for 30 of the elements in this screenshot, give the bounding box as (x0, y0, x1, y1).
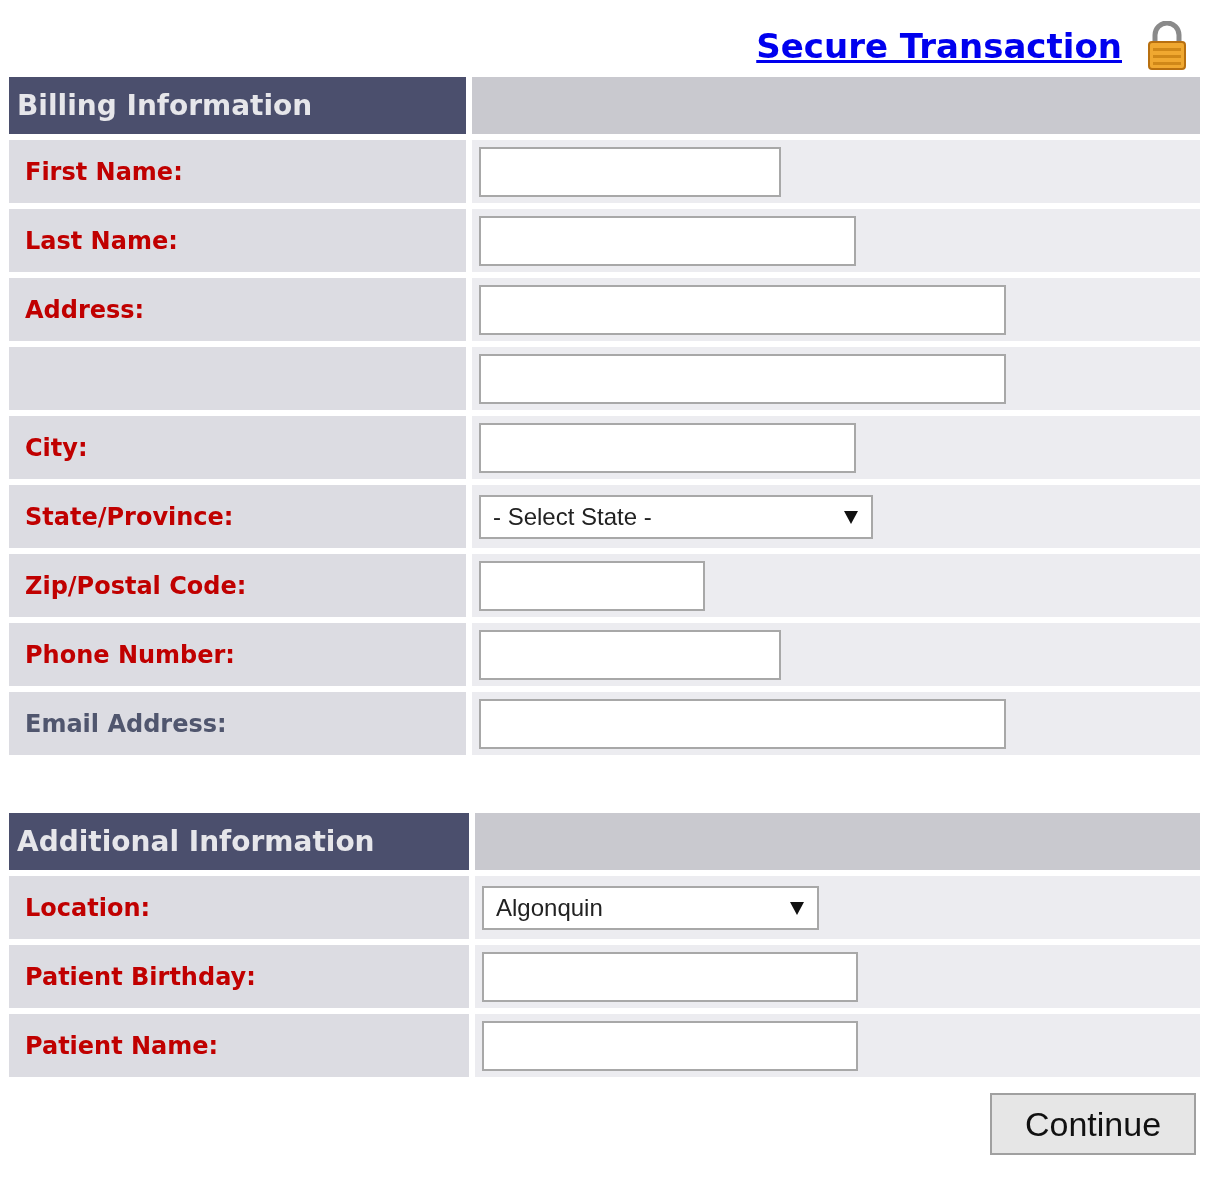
field-label: First Name: (25, 156, 183, 188)
field-label: Zip/Postal Code: (25, 570, 247, 602)
text-field[interactable] (479, 422, 856, 473)
field-label: Patient Birthday: (25, 961, 256, 993)
text-field[interactable] (479, 215, 856, 266)
field-label: Address: (25, 294, 145, 326)
field-label: Last Name: (25, 225, 178, 257)
text-field[interactable] (479, 629, 781, 680)
dropdown[interactable]: Algonquin (482, 885, 819, 930)
section-header: Additional Information (9, 813, 469, 870)
text-field[interactable] (479, 698, 1006, 749)
text-field[interactable] (479, 560, 705, 611)
field-label: State/Province: (25, 501, 234, 533)
secure-transaction-link[interactable]: Secure Transaction (756, 28, 1122, 63)
field-label: Location: (25, 892, 151, 924)
caret-icon (843, 508, 859, 525)
text-field[interactable] (479, 284, 1006, 335)
text-field[interactable] (479, 146, 781, 197)
text-field[interactable] (479, 353, 1006, 404)
text-field[interactable] (482, 1020, 858, 1071)
section-header: Billing Information (9, 77, 466, 134)
field-label: Patient Name: (25, 1030, 219, 1062)
dropdown[interactable]: - Select State - (479, 494, 873, 539)
padlock-icon (1146, 20, 1188, 71)
continue-button[interactable]: Continue (990, 1093, 1196, 1155)
caret-icon (789, 899, 805, 916)
field-label: City: (25, 432, 88, 464)
field-label: Phone Number: (25, 639, 235, 671)
field-label: Email Address: (25, 708, 227, 740)
text-field[interactable] (482, 951, 858, 1002)
